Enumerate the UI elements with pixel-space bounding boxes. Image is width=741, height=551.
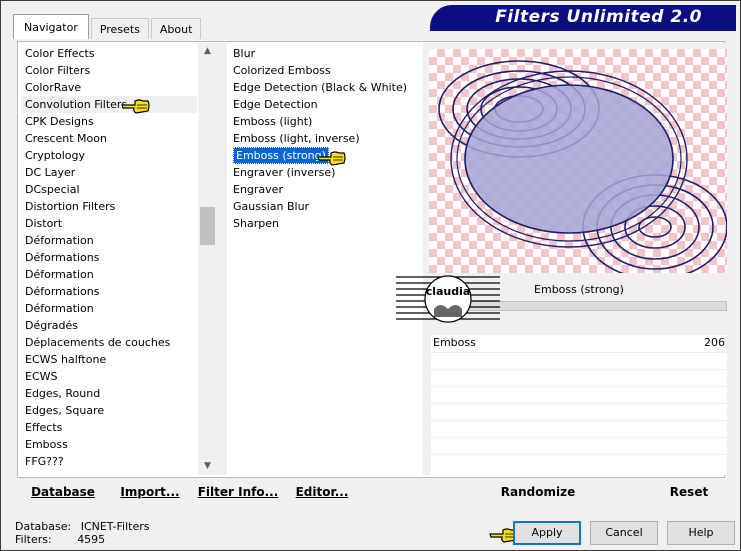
category-item[interactable]: Déformation xyxy=(21,300,197,317)
category-item[interactable]: Effects xyxy=(21,419,197,436)
scroll-up-icon[interactable]: ▲ xyxy=(198,43,217,60)
category-list[interactable]: Color Effects Color Filters ColorRave Convo… xyxy=(21,45,197,473)
category-item[interactable]: Convolution Filters xyxy=(21,96,197,113)
filters-status: Filters: 4595 xyxy=(15,533,105,546)
category-item[interactable]: Color Effects xyxy=(21,45,197,62)
category-item[interactable]: Edges, Square xyxy=(21,402,197,419)
filters-unlimited-window: Filters Unlimited 2.0 Navigator Presets … xyxy=(0,0,741,551)
filter-info-label: Filter Info... xyxy=(197,485,279,499)
filter-item[interactable]: Colorized Emboss xyxy=(229,62,419,79)
filter-info-button[interactable]: Filter Info... xyxy=(193,479,283,505)
import-button[interactable]: Import... xyxy=(111,479,189,505)
category-item[interactable]: ECWS xyxy=(21,368,197,385)
filter-item[interactable]: Emboss (light, inverse) xyxy=(229,130,419,147)
param-divider xyxy=(431,369,727,370)
param-label: Emboss xyxy=(433,336,476,349)
randomize-button[interactable]: Randomize xyxy=(429,479,647,505)
category-item[interactable]: ECWS halftone xyxy=(21,351,197,368)
category-item[interactable]: Crescent Moon xyxy=(21,130,197,147)
category-item[interactable]: Distortion Filters xyxy=(21,198,197,215)
filters-status-label: Filters: xyxy=(15,533,52,546)
claudia-stamp-icon xyxy=(396,275,500,323)
filter-item[interactable]: Blur xyxy=(229,45,419,62)
parameter-area: Emboss 206 xyxy=(431,335,727,475)
category-item[interactable]: Déformation xyxy=(21,266,197,283)
import-label: Import... xyxy=(120,485,180,499)
filter-item[interactable]: Engraver xyxy=(229,181,419,198)
pointing-hand-icon xyxy=(317,151,346,166)
category-item[interactable]: Cryptology xyxy=(21,147,197,164)
filter-item[interactable]: Gaussian Blur xyxy=(229,198,419,215)
filter-item-label: Emboss (light, inverse) xyxy=(233,132,360,145)
database-status-value: ICNET-Filters xyxy=(80,520,150,533)
param-divider xyxy=(431,386,727,387)
scroll-down-icon[interactable]: ▼ xyxy=(198,458,217,475)
database-button[interactable]: Database xyxy=(19,479,107,505)
filter-item-label: Blur xyxy=(233,47,256,60)
title-banner: Filters Unlimited 2.0 xyxy=(430,5,736,31)
filter-item-label: Gaussian Blur xyxy=(233,200,310,213)
filter-item[interactable]: Emboss (light) xyxy=(229,113,419,130)
database-status-label: Database: xyxy=(15,520,72,533)
category-item[interactable]: Déformation xyxy=(21,232,197,249)
database-label: Database xyxy=(31,485,95,499)
filter-item-label: Emboss (light) xyxy=(233,115,313,128)
randomize-label: Randomize xyxy=(500,485,576,499)
filters-status-value: 4595 xyxy=(77,533,106,546)
scroll-thumb[interactable] xyxy=(200,207,215,245)
filter-item[interactable]: Edge Detection (Black & White) xyxy=(229,79,419,96)
category-scrollbar[interactable]: ▲ ▼ xyxy=(198,43,217,475)
param-divider xyxy=(431,454,727,455)
category-item[interactable]: DCspecial xyxy=(21,181,197,198)
preview-image xyxy=(438,60,727,273)
param-divider xyxy=(431,403,727,404)
cancel-button[interactable]: Cancel xyxy=(590,521,658,545)
filter-item-label: Engraver (inverse) xyxy=(233,166,336,179)
category-item[interactable]: Distort xyxy=(21,215,197,232)
category-item[interactable]: ColorRave xyxy=(21,79,197,96)
param-row-emboss[interactable]: Emboss 206 xyxy=(431,335,727,351)
category-item[interactable]: Edges, Round xyxy=(21,385,197,402)
param-value: 206 xyxy=(704,336,725,349)
filter-item-label: Engraver xyxy=(233,183,283,196)
filter-list[interactable]: Blur Colorized Emboss Edge Detection (Blac… xyxy=(229,45,419,473)
panel-divider xyxy=(217,43,227,475)
tab-bar: Navigator Presets About xyxy=(13,13,203,39)
filter-item-label: Edge Detection xyxy=(233,98,318,111)
category-item[interactable]: DC Layer xyxy=(21,164,197,181)
param-divider xyxy=(431,437,727,438)
tab-about[interactable]: About xyxy=(150,18,202,39)
watermark-stamp xyxy=(396,273,500,325)
filter-item-label: Emboss (strong) xyxy=(233,147,329,164)
category-item[interactable]: Color Filters xyxy=(21,62,197,79)
category-item[interactable]: FFG??? xyxy=(21,453,197,470)
apply-button[interactable]: Apply xyxy=(513,521,581,545)
filter-item-label: Edge Detection (Black & White) xyxy=(233,81,408,94)
category-item[interactable]: Dégradés xyxy=(21,317,197,334)
reset-label: Reset xyxy=(669,485,709,499)
tab-navigator[interactable]: Navigator xyxy=(13,14,89,39)
filter-item[interactable]: Edge Detection xyxy=(229,96,419,113)
stamp-text: claudia xyxy=(425,285,471,298)
filter-item[interactable]: Sharpen xyxy=(229,215,419,232)
category-item[interactable]: Déplacements de couches xyxy=(21,334,197,351)
filter-item-label: Colorized Emboss xyxy=(233,64,331,77)
editor-button[interactable]: Editor... xyxy=(287,479,357,505)
param-divider xyxy=(431,352,727,353)
pointing-hand-icon xyxy=(121,99,150,114)
editor-label: Editor... xyxy=(295,485,349,499)
param-divider xyxy=(431,420,727,421)
category-item[interactable]: Déformations xyxy=(21,249,197,266)
help-button[interactable]: Help xyxy=(667,521,735,545)
tab-presets[interactable]: Presets xyxy=(90,18,149,39)
filter-item-label: Sharpen xyxy=(233,217,279,230)
category-item[interactable]: CPK Designs xyxy=(21,113,197,130)
filter-preview xyxy=(429,49,727,273)
category-item[interactable]: Emboss xyxy=(21,436,197,453)
app-title: Filters Unlimited 2.0 xyxy=(495,7,702,27)
database-status: Database: ICNET-Filters xyxy=(15,520,149,533)
category-item[interactable]: Déformations xyxy=(21,283,197,300)
reset-button[interactable]: Reset xyxy=(651,479,727,505)
